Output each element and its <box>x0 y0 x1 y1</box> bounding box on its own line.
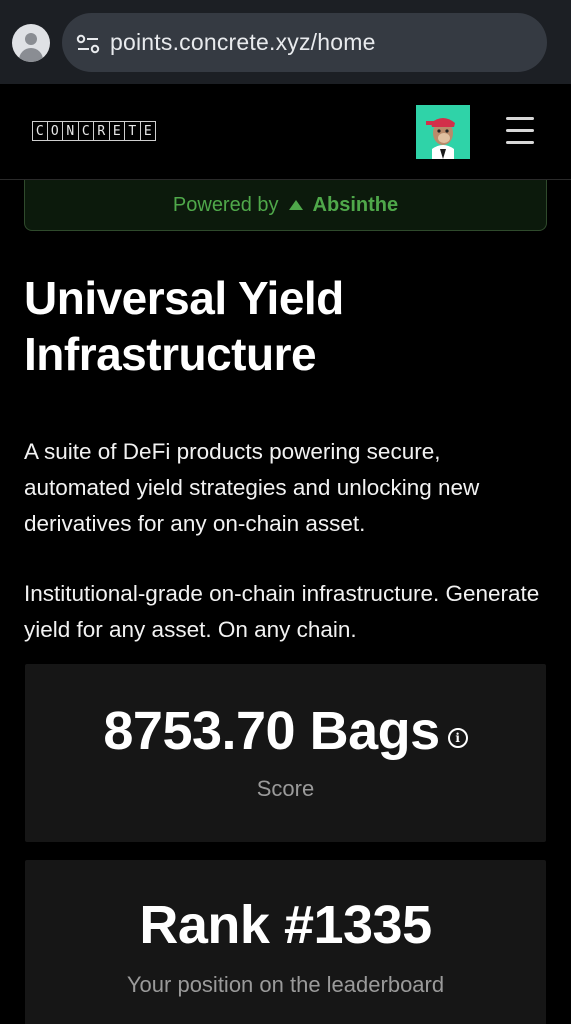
rank-label: Your position on the leaderboard <box>126 972 445 997</box>
page-title: Universal Yield Infrastructure <box>24 272 344 380</box>
powered-by-label: Powered by <box>172 193 279 216</box>
score-value: 8753.70 Bags <box>103 701 440 761</box>
logo-letter: C <box>78 121 94 141</box>
logo-letter: E <box>140 121 156 141</box>
browser-toolbar: points.concrete.xyz/home <box>0 0 571 84</box>
rank-card: Rank #1335 Your position on the leaderbo… <box>25 860 546 1024</box>
hero-description: A suite of DeFi products powering secure… <box>24 439 480 536</box>
nft-ape-avatar-icon <box>416 105 470 159</box>
hamburger-menu-icon[interactable] <box>506 117 534 145</box>
user-avatar[interactable] <box>416 105 470 159</box>
score-label: Score <box>256 776 315 801</box>
concrete-logo[interactable]: CONCRETE <box>32 121 156 143</box>
absinthe-brand[interactable]: Absinthe <box>313 194 399 217</box>
info-icon[interactable]: i <box>447 728 468 748</box>
powered-by-banner[interactable]: Powered by Absinthe <box>24 180 547 231</box>
address-bar[interactable]: points.concrete.xyz/home <box>62 13 547 72</box>
logo-letter: C <box>32 121 48 141</box>
site-header: CONCRETE <box>0 84 571 180</box>
logo-letter: T <box>125 121 141 141</box>
score-card: 8753.70 Bags i Score <box>25 664 546 842</box>
url-text[interactable]: points.concrete.xyz/home <box>110 29 376 56</box>
logo-letter: N <box>63 121 79 141</box>
logo-letter: O <box>47 121 63 141</box>
logo-letter: E <box>109 121 125 141</box>
tune-icon[interactable] <box>76 34 100 54</box>
hero-tagline: Institutional-grade on-chain infrastruct… <box>24 581 540 642</box>
rank-value: Rank #1335 <box>139 895 432 955</box>
account-circle-icon[interactable] <box>12 24 50 62</box>
logo-letter: R <box>94 121 110 141</box>
triangle-up-icon <box>288 200 303 210</box>
